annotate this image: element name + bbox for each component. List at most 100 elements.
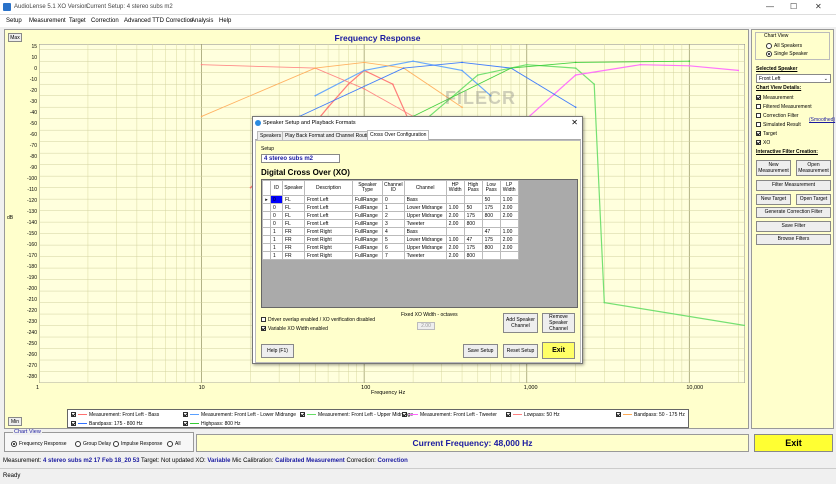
table-cell[interactable]: 1 xyxy=(270,251,283,260)
filter-measurement-button[interactable]: Filter Measurement xyxy=(756,180,831,191)
row-selector-icon[interactable] xyxy=(262,203,271,212)
table-cell[interactable]: FL xyxy=(282,211,305,220)
menu-help[interactable]: Help xyxy=(219,18,231,24)
table-cell[interactable]: FullRange xyxy=(352,243,383,252)
legend-item[interactable]: Measurement: Front Left - Bass xyxy=(71,411,159,419)
minimize-icon[interactable]: — xyxy=(766,2,774,11)
table-cell[interactable]: 2.00 xyxy=(445,219,465,228)
row-selector-icon[interactable] xyxy=(262,227,271,236)
menu-measurement[interactable]: Measurement xyxy=(29,18,66,24)
table-cell[interactable]: FR xyxy=(282,251,305,260)
table-cell[interactable]: 1 xyxy=(270,243,283,252)
row-selector-icon[interactable] xyxy=(262,251,271,260)
table-cell[interactable]: 175 xyxy=(481,235,501,244)
detail-checkbox[interactable]: Simulated Result xyxy=(756,121,801,129)
table-cell[interactable]: 2 xyxy=(382,211,405,220)
all-radio[interactable]: All xyxy=(167,440,181,448)
table-cell[interactable]: 50 xyxy=(481,195,501,204)
legend-item[interactable]: Measurement: Front Left - Tweeter xyxy=(402,411,497,419)
save-filter-button[interactable]: Save Filter xyxy=(756,221,831,232)
table-cell[interactable] xyxy=(499,219,519,228)
driver-overlap-checkbox[interactable]: Driver overlap enabled / XO verification… xyxy=(261,316,375,324)
row-selector-icon[interactable] xyxy=(262,235,271,244)
table-cell[interactable]: 2.00 xyxy=(499,203,519,212)
table-cell[interactable]: Upper Midrange xyxy=(403,243,447,252)
table-cell[interactable] xyxy=(463,227,483,236)
table-cell[interactable]: 175 xyxy=(463,211,483,220)
table-cell[interactable]: Bass xyxy=(403,195,447,204)
detail-checkbox[interactable]: Measurement xyxy=(756,94,794,102)
dialog-close-icon[interactable]: ✕ xyxy=(571,118,578,127)
table-cell[interactable]: Front Right xyxy=(304,251,353,260)
table-cell[interactable]: 1 xyxy=(382,203,405,212)
table-cell[interactable] xyxy=(463,195,483,204)
impulse-response-radio[interactable]: Impulse Response xyxy=(113,440,162,448)
legend-item[interactable]: Lowpass: 50 Hz xyxy=(506,411,560,419)
table-cell[interactable] xyxy=(481,251,501,260)
table-row[interactable]: 0 FL Front Left FullRange 1 Lower Midrange 1.0… xyxy=(262,203,519,212)
exit-button[interactable]: Exit xyxy=(754,434,833,452)
menu-analysis[interactable]: Analysis xyxy=(191,18,213,24)
table-cell[interactable]: Upper Midrange xyxy=(403,211,447,220)
table-cell[interactable]: 2.00 xyxy=(499,211,519,220)
reset-setup-button[interactable]: Reset Setup xyxy=(503,344,538,358)
tab-playback-format[interactable]: Play Back Format and Channel Routing xyxy=(282,131,376,140)
browse-filters-button[interactable]: Browse Filters xyxy=(756,234,831,245)
maximize-icon[interactable]: ☐ xyxy=(790,2,797,11)
table-cell[interactable]: Lower Midrange xyxy=(403,203,447,212)
table-cell[interactable]: FullRange xyxy=(352,203,383,212)
add-speaker-channel-button[interactable]: Add Speaker Channel xyxy=(503,313,538,333)
speaker-select[interactable]: Front Left ⌄ xyxy=(756,74,831,83)
table-cell[interactable] xyxy=(499,251,519,260)
table-row[interactable]: 0 FL Front Left FullRange 3 Tweeter 2.00 800 xyxy=(262,219,519,228)
table-cell[interactable]: 1.00 xyxy=(499,227,519,236)
table-cell[interactable]: Front Left xyxy=(304,211,353,220)
column-header[interactable]: Speaker Type xyxy=(352,180,383,196)
legend-item[interactable]: Bandpass: 50 - 175 Hz xyxy=(616,411,685,419)
row-selector-icon[interactable] xyxy=(262,243,271,252)
detail-checkbox[interactable]: Target xyxy=(756,130,777,138)
row-selector-icon[interactable] xyxy=(262,219,271,228)
table-cell[interactable]: 3 xyxy=(382,219,405,228)
table-row[interactable]: ▸ 0 FL Front Left FullRange 0 Bass 50 1.00 xyxy=(262,195,519,204)
table-cell[interactable]: FullRange xyxy=(352,251,383,260)
legend-item[interactable]: Highpass: 800 Hz xyxy=(183,420,240,428)
column-header[interactable]: Channel xyxy=(403,180,447,196)
remove-speaker-channel-button[interactable]: Remove Speaker Channel xyxy=(542,313,575,333)
smoothed-link[interactable]: (Smoothed) xyxy=(809,117,835,123)
table-cell[interactable]: Bass xyxy=(403,227,447,236)
help-button[interactable]: Help (F1) xyxy=(261,344,294,358)
table-cell[interactable]: 175 xyxy=(463,243,483,252)
table-cell[interactable]: Front Right xyxy=(304,227,353,236)
single-speaker-radio[interactable]: Single Speaker xyxy=(766,50,808,58)
table-row[interactable]: 1 FR Front Right FullRange 6 Upper Midrange 2.… xyxy=(262,243,519,252)
column-header[interactable]: Description xyxy=(304,180,353,196)
row-selector-icon[interactable] xyxy=(262,211,271,220)
table-cell[interactable]: 5 xyxy=(382,235,405,244)
table-cell[interactable]: 4 xyxy=(382,227,405,236)
table-cell[interactable]: 47 xyxy=(481,227,501,236)
detail-checkbox[interactable]: XO xyxy=(756,139,770,147)
table-cell[interactable]: 7 xyxy=(382,251,405,260)
table-cell[interactable]: 0 xyxy=(270,195,283,204)
table-cell[interactable]: 800 xyxy=(463,219,483,228)
table-cell[interactable]: Front Left xyxy=(304,219,353,228)
column-header[interactable]: LP Width xyxy=(499,180,519,196)
xo-grid[interactable]: ID Speaker Description Speaker Type Channel … xyxy=(261,179,578,308)
table-cell[interactable]: 0 xyxy=(382,195,405,204)
table-cell[interactable]: FR xyxy=(282,235,305,244)
tab-speakers[interactable]: Speakers xyxy=(257,131,285,140)
table-cell[interactable]: FullRange xyxy=(352,235,383,244)
table-cell[interactable]: FullRange xyxy=(352,195,383,204)
table-cell[interactable]: Tweeter xyxy=(403,219,447,228)
table-cell[interactable]: 1.00 xyxy=(499,195,519,204)
table-cell[interactable]: 1.00 xyxy=(445,203,465,212)
table-cell[interactable]: 800 xyxy=(481,211,501,220)
save-setup-button[interactable]: Save Setup xyxy=(463,344,498,358)
table-cell[interactable]: FL xyxy=(282,203,305,212)
table-cell[interactable]: 2.00 xyxy=(445,211,465,220)
column-header[interactable]: HP Width xyxy=(445,180,465,196)
group-delay-radio[interactable]: Group Delay xyxy=(75,440,111,448)
table-cell[interactable] xyxy=(481,219,501,228)
table-cell[interactable]: 0 xyxy=(270,211,283,220)
